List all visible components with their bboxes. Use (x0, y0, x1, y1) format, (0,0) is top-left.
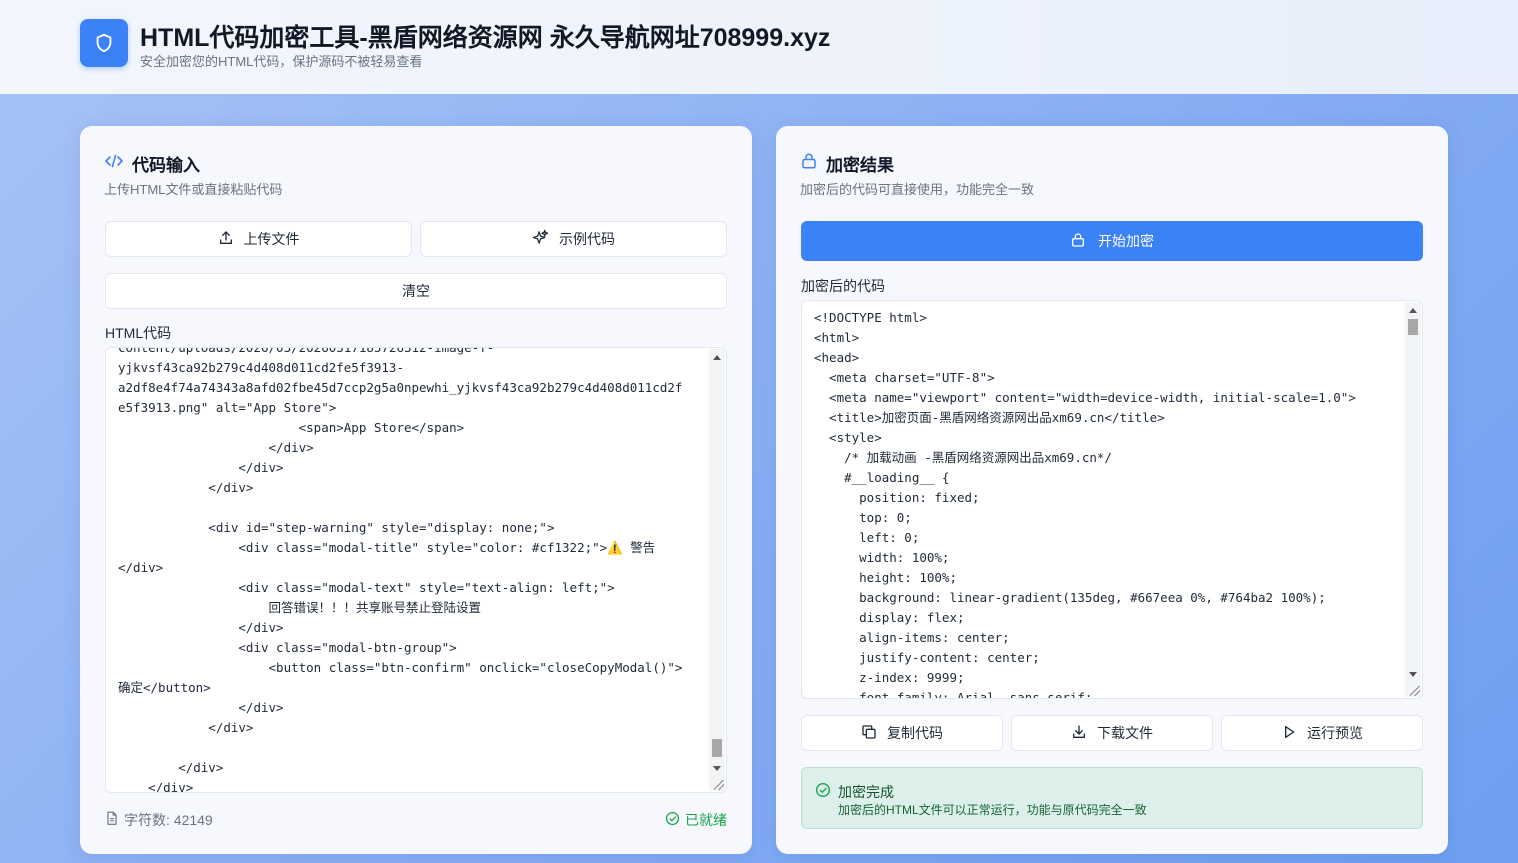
input-panel-header: 代码输入 (104, 151, 200, 176)
copy-code-label: 复制代码 (887, 725, 943, 741)
output-panel: 加密结果 加密后的代码可直接使用，功能完全一致 开始加密 加密后的代码 <!DO… (776, 126, 1448, 854)
scroll-thumb[interactable] (712, 739, 722, 757)
scroll-down-arrow[interactable] (713, 766, 721, 771)
resize-handle[interactable] (714, 780, 724, 790)
app-header: HTML代码加密工具-黑盾网络资源网 永久导航网址708999.xyz 安全加密… (0, 0, 1518, 94)
check-circle-icon (815, 782, 831, 803)
clear-button[interactable]: 清空 (105, 273, 727, 309)
input-panel: 代码输入 上传HTML文件或直接粘贴代码 上传文件 示例代码 清空 HTML代码… (80, 126, 752, 854)
lock-icon (1070, 232, 1086, 251)
char-count-text: 字符数: 42149 (124, 812, 213, 828)
encrypted-code-text[interactable]: <!DOCTYPE html> <html> <head> <meta char… (814, 308, 1404, 698)
example-code-button[interactable]: 示例代码 (420, 221, 727, 257)
scroll-up-arrow[interactable] (713, 355, 721, 360)
download-icon (1071, 724, 1087, 743)
ready-status-text: 已就绪 (685, 812, 727, 828)
run-preview-label: 运行预览 (1307, 725, 1363, 741)
run-preview-button[interactable]: 运行预览 (1221, 715, 1423, 751)
scroll-down-arrow[interactable] (1409, 672, 1417, 677)
scroll-up-arrow[interactable] (1409, 308, 1417, 313)
lock-icon (800, 152, 818, 175)
upload-icon (218, 230, 234, 249)
sparkles-icon (532, 229, 549, 249)
char-count: 字符数: 42149 (105, 810, 213, 830)
output-panel-header: 加密结果 (800, 151, 894, 176)
html-code-label: HTML代码 (105, 325, 172, 341)
example-code-label: 示例代码 (559, 231, 615, 247)
copy-code-button[interactable]: 复制代码 (801, 715, 1003, 751)
success-message: 加密后的HTML文件可以正常运行，功能与原代码完全一致 (838, 803, 1147, 817)
input-panel-title: 代码输入 (132, 156, 200, 175)
html-code-input[interactable]: content/uploads/2026/03/2026031718572631… (105, 347, 727, 793)
scroll-thumb[interactable] (1408, 319, 1418, 335)
success-title: 加密完成 (838, 784, 894, 800)
start-encrypt-button[interactable]: 开始加密 (801, 221, 1423, 261)
resize-handle[interactable] (1410, 686, 1420, 696)
start-encrypt-label: 开始加密 (1098, 233, 1154, 249)
upload-file-button[interactable]: 上传文件 (105, 221, 412, 257)
success-alert: 加密完成 加密后的HTML文件可以正常运行，功能与原代码完全一致 (801, 767, 1423, 829)
output-panel-title: 加密结果 (826, 156, 894, 175)
ready-status: 已就绪 (665, 810, 727, 830)
output-panel-description: 加密后的代码可直接使用，功能完全一致 (800, 182, 1035, 197)
shield-icon (80, 19, 128, 67)
app-subtitle: 安全加密您的HTML代码，保护源码不被轻易查看 (140, 54, 423, 69)
download-file-label: 下载文件 (1097, 725, 1153, 741)
play-icon (1281, 724, 1297, 743)
encrypted-code-output[interactable]: <!DOCTYPE html> <html> <head> <meta char… (801, 300, 1423, 699)
app-title: HTML代码加密工具-黑盾网络资源网 永久导航网址708999.xyz (140, 24, 831, 52)
html-code-text[interactable]: content/uploads/2026/03/2026031718572631… (118, 348, 708, 792)
code-icon (104, 153, 124, 174)
upload-file-label: 上传文件 (243, 231, 300, 247)
input-scrollbar[interactable] (709, 349, 725, 791)
output-scrollbar[interactable] (1405, 302, 1421, 697)
copy-icon (861, 724, 877, 743)
download-file-button[interactable]: 下载文件 (1011, 715, 1213, 751)
clear-label: 清空 (402, 283, 430, 299)
encrypted-code-label: 加密后的代码 (801, 278, 885, 294)
file-icon (105, 811, 119, 829)
input-panel-description: 上传HTML文件或直接粘贴代码 (104, 182, 283, 197)
check-circle-icon (665, 811, 680, 829)
